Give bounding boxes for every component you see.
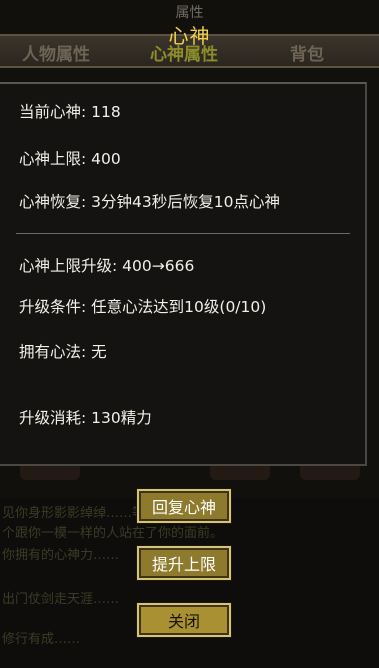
background-story-text: 见你身形影影绰绰……等你回过神来, 个跟你一模一样的人站在了你的面前。 你拥有的… (0, 498, 379, 668)
cap-upgrade-label: 心神上限升级: (19, 257, 118, 275)
mind-cap-value: 400 (91, 150, 121, 168)
recover-mind-button[interactable]: 回复心神 (137, 489, 231, 523)
owned-technique-label: 拥有心法: (19, 343, 87, 361)
close-button[interactable]: 关闭 (137, 603, 231, 637)
current-mind-row: 当前心神: 118 (19, 100, 121, 122)
panel-divider (16, 233, 350, 234)
mind-info-panel: 当前心神: 118 心神上限: 400 心神恢复: 3分钟43秒后恢复10点心神… (0, 82, 367, 466)
story-line: 修行有成…… (2, 632, 81, 647)
upgrade-cost-label: 升级消耗: (19, 409, 87, 427)
cap-upgrade-value: 400→666 (122, 257, 195, 275)
cap-upgrade-row: 心神上限升级: 400→666 (19, 254, 194, 276)
mind-recover-label: 心神恢复: (19, 193, 87, 211)
mind-cap-row: 心神上限: 400 (19, 147, 121, 169)
story-line: 你拥有的心神力…… (2, 548, 120, 563)
background-title: 属性 (175, 5, 204, 21)
story-line: 出门仗剑走天涯…… (2, 592, 120, 607)
story-line: 个跟你一模一样的人站在了你的面前。 (2, 526, 224, 541)
mind-cap-label: 心神上限: (19, 150, 87, 168)
owned-technique-row: 拥有心法: 无 (19, 340, 107, 362)
upgrade-cost-row: 升级消耗: 130精力 (19, 406, 152, 428)
owned-technique-value: 无 (91, 343, 107, 361)
current-mind-label: 当前心神: (19, 103, 87, 121)
upgrade-condition-value: 任意心法达到10级(0/10) (91, 298, 267, 316)
upgrade-condition-row: 升级条件: 任意心法达到10级(0/10) (19, 295, 266, 317)
dialog-title: 心神 (168, 24, 211, 48)
mind-recover-row: 心神恢复: 3分钟43秒后恢复10点心神 (19, 190, 280, 212)
mind-recover-value: 3分钟43秒后恢复10点心神 (91, 193, 280, 211)
upgrade-cost-value: 130精力 (91, 409, 152, 427)
upgrade-condition-label: 升级条件: (19, 298, 87, 316)
raise-cap-button[interactable]: 提升上限 (137, 546, 231, 580)
current-mind-value: 118 (91, 103, 121, 121)
